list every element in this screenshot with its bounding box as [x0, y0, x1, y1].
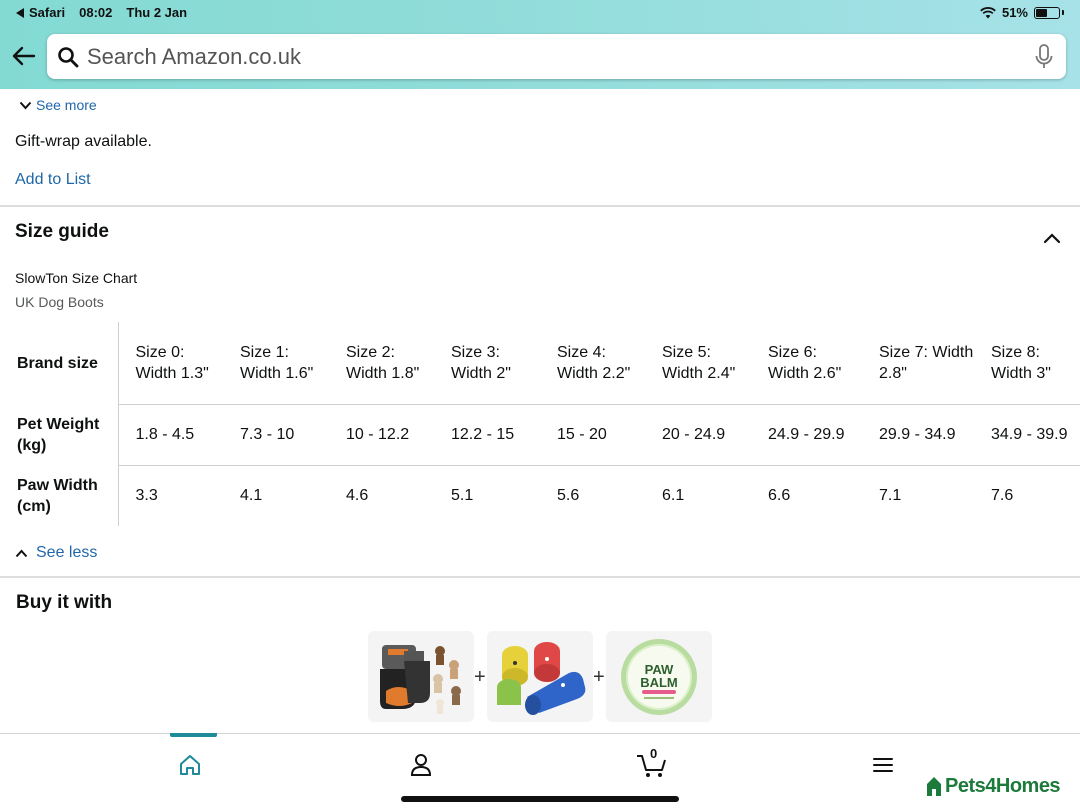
table-cell: Size 7: Width 2.8" — [879, 343, 974, 382]
home-icon — [180, 755, 200, 775]
add-to-list-link[interactable]: Add to List — [15, 171, 91, 189]
table-cell: 6.6 — [751, 464, 862, 526]
battery-tip — [1062, 10, 1064, 15]
table-cell: 4.1 — [223, 464, 329, 526]
size-table: Brand size Size 0: Width 1.3" Size 1: Wi… — [0, 322, 1080, 526]
size-chart-title: SlowTon Size Chart — [15, 270, 138, 286]
section-divider — [0, 576, 1080, 578]
table-cell: 7.6 — [974, 464, 1080, 526]
table-cell: Size 0: Width 1.3" — [135, 343, 209, 382]
table-cell: 6.1 — [645, 464, 751, 526]
table-row-paw-width: Paw Width (cm) 3.3 4.1 4.6 5.1 5.6 6.1 6… — [0, 464, 1080, 526]
row-header-paw-width: Paw Width (cm) — [0, 465, 119, 526]
status-right: 51% — [980, 5, 1064, 20]
plus-sign: + — [474, 666, 486, 688]
battery-fill — [1036, 8, 1047, 17]
table-row-brand-size: Brand size Size 0: Width 1.3" Size 1: Wi… — [0, 322, 1080, 404]
table-cell: Size 6: Width 2.6" — [768, 343, 842, 382]
section-divider — [0, 205, 1080, 207]
table-cell: 1.8 - 4.5 — [118, 403, 223, 465]
row-header-pet-weight: Pet Weight (kg) — [0, 404, 119, 465]
cart-count-badge: 0 — [650, 746, 658, 761]
active-tab-indicator — [170, 733, 217, 737]
table-cell: Size 4: Width 2.2" — [557, 343, 631, 382]
table-cell: 20 - 24.9 — [645, 403, 751, 465]
battery-icon — [1034, 6, 1060, 19]
table-cell: 29.9 - 34.9 — [862, 403, 974, 465]
row-header-brand-size: Brand size — [0, 322, 119, 404]
product-bandage-wraps[interactable] — [487, 631, 593, 722]
see-more-link[interactable]: See more — [19, 97, 97, 113]
dog-boots-image — [380, 645, 461, 714]
table-cell: 12.2 - 15 — [434, 403, 540, 465]
table-cell: 3.3 — [118, 464, 223, 526]
chevron-down-icon — [19, 101, 32, 109]
size-guide-title: Size guide — [15, 221, 109, 242]
status-left: Safari 08:02 Thu 2 Jan — [16, 5, 187, 20]
see-more-label: See more — [36, 97, 97, 113]
battery-percent: 51% — [1001, 5, 1028, 20]
table-cell: 24.9 - 29.9 — [751, 403, 862, 465]
table-cell: Size 3: Width 2" — [451, 343, 511, 382]
account-icon — [410, 754, 432, 776]
chevron-up-icon[interactable] — [1040, 228, 1064, 248]
table-cell: 4.6 — [329, 464, 434, 526]
watermark-text: Pets4Homes — [945, 774, 1061, 797]
back-button[interactable] — [10, 42, 38, 70]
table-cell: 15 - 20 — [540, 403, 645, 465]
pets4homes-watermark: Pets4Homes — [925, 774, 1061, 798]
paw-balm-image: PAW BALM — [621, 639, 697, 715]
product-paw-balm[interactable]: PAW BALM — [606, 631, 712, 722]
nav-home[interactable] — [168, 750, 212, 780]
home-indicator-bar — [401, 796, 679, 802]
menu-icon — [873, 758, 893, 772]
plus-sign: + — [593, 666, 605, 688]
bandage-wraps-image — [497, 642, 586, 715]
table-cell: Size 1: Width 1.6" — [240, 343, 314, 382]
back-app-label: Safari — [29, 5, 66, 20]
search-icon — [57, 46, 79, 68]
status-bar: Safari 08:02 Thu 2 Jan 51% — [0, 0, 1080, 26]
status-date: Thu 2 Jan — [126, 5, 188, 20]
search-bar[interactable] — [47, 34, 1066, 79]
size-chart-subtitle: UK Dog Boots — [15, 294, 104, 310]
status-time: 08:02 — [79, 5, 113, 20]
paw-balm-label-2: BALM — [640, 675, 678, 690]
search-input[interactable] — [87, 43, 987, 70]
table-cell: 5.1 — [434, 464, 540, 526]
table-cell: 10 - 12.2 — [329, 403, 434, 465]
nav-menu[interactable] — [861, 750, 905, 780]
table-cell: Size 2: Width 1.8" — [346, 343, 420, 382]
back-to-app-button[interactable]: Safari — [16, 5, 65, 20]
table-cell: 34.9 - 39.9 — [974, 403, 1080, 465]
see-less-label: See less — [36, 544, 98, 561]
gift-wrap-text: Gift-wrap available. — [15, 133, 152, 150]
product-dog-boots[interactable] — [368, 631, 474, 722]
table-row-pet-weight: Pet Weight (kg) 1.8 - 4.5 7.3 - 10 10 - … — [0, 403, 1080, 465]
chevron-up-icon — [15, 549, 28, 557]
wifi-icon — [980, 6, 996, 18]
bottom-nav: 0 Pets4Homes — [0, 733, 1080, 810]
buy-it-with-title: Buy it with — [16, 592, 113, 613]
table-cell: 7.3 - 10 — [223, 403, 329, 465]
arrow-left-icon — [12, 46, 36, 66]
top-header: Safari 08:02 Thu 2 Jan 51% — [0, 0, 1080, 89]
see-less-link[interactable]: See less — [15, 544, 97, 562]
nav-account[interactable] — [399, 750, 443, 780]
table-cell: 5.6 — [540, 464, 645, 526]
microphone-icon[interactable] — [1034, 44, 1054, 70]
table-cell: Size 5: Width 2.4" — [662, 343, 736, 382]
pets4homes-logo-icon — [927, 777, 941, 796]
back-triangle-icon — [16, 7, 24, 18]
table-cell: Size 8: Width 3" — [991, 343, 1051, 382]
table-cell: 7.1 — [862, 464, 974, 526]
